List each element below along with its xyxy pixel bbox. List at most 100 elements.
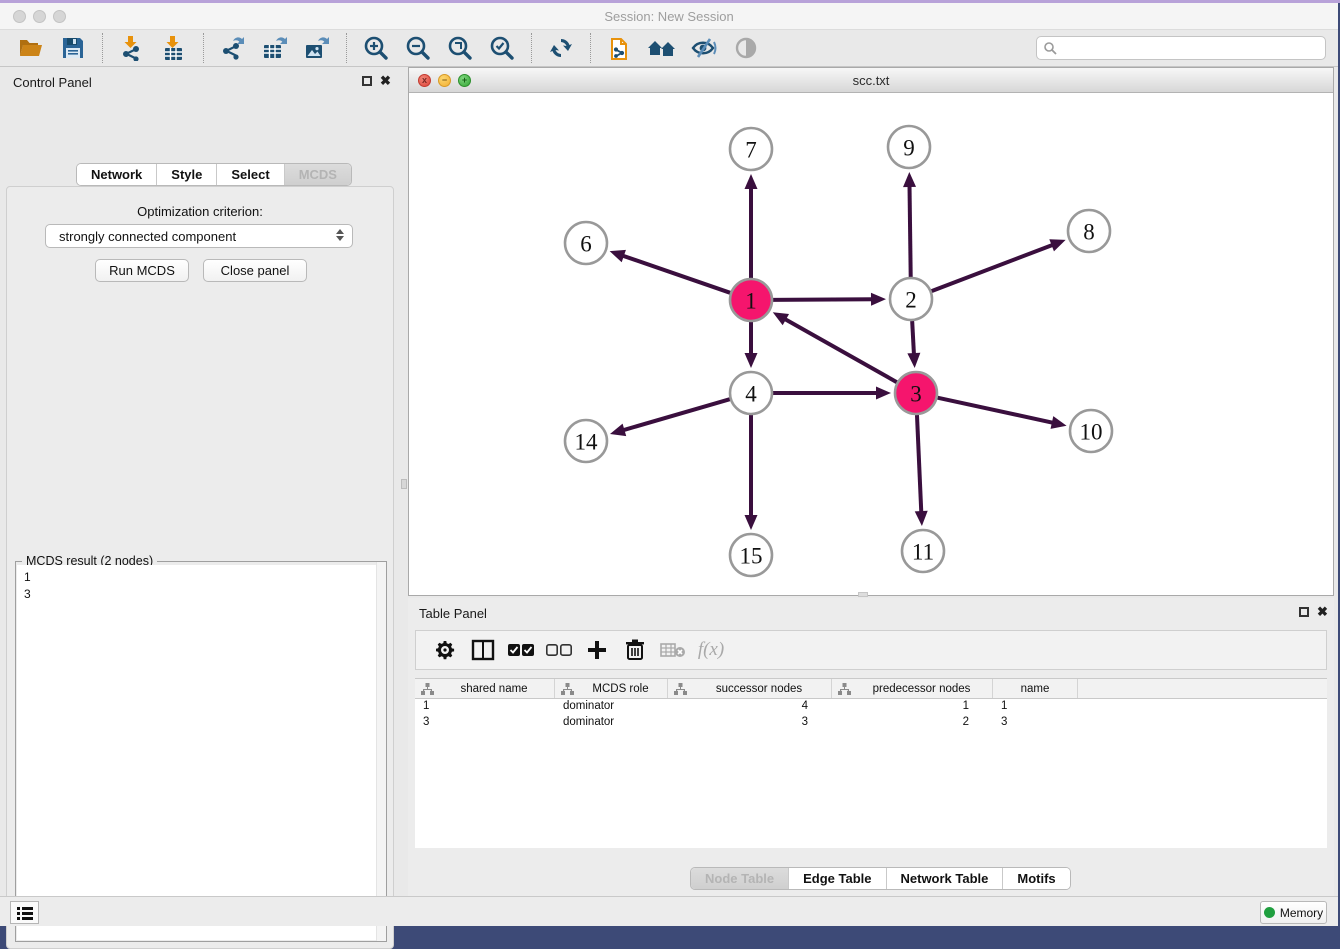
control-panel: Control Panel ✖ Network Style Select MCD… <box>0 67 400 896</box>
table-cell[interactable]: 3 <box>668 715 832 731</box>
table-panel: Table Panel ✖ <box>408 598 1334 896</box>
edge-3-10[interactable] <box>937 398 1054 423</box>
search-input[interactable] <box>1057 38 1325 58</box>
arrowhead-2-8 <box>1049 239 1065 251</box>
table-settings-icon[interactable] <box>428 636 462 664</box>
edge-2-9[interactable] <box>909 184 910 277</box>
refresh-icon[interactable] <box>546 33 576 63</box>
table-cell[interactable]: dominator <box>555 715 668 731</box>
arrowhead-1-2 <box>871 293 886 306</box>
arrowhead-1-6 <box>610 250 626 262</box>
network-frame-title: scc.txt <box>409 73 1333 88</box>
table-cell[interactable]: 1 <box>993 699 1078 715</box>
zoom-fit-icon[interactable] <box>445 33 475 63</box>
node-label-7: 7 <box>745 137 757 162</box>
application-window: Session: New Session <box>0 3 1338 926</box>
table-cell[interactable]: 4 <box>668 699 832 715</box>
table-cell[interactable]: dominator <box>555 699 668 715</box>
arrowhead-2-9 <box>903 172 916 187</box>
network-frame-titlebar[interactable]: x − + scc.txt <box>409 68 1333 93</box>
select-all-columns-icon[interactable] <box>504 636 538 664</box>
memory-status-icon <box>1264 907 1275 918</box>
zoom-out-icon[interactable] <box>403 33 433 63</box>
column-header-successor-nodes[interactable]: successor nodes <box>668 679 832 698</box>
duplicate-network-icon[interactable] <box>605 33 635 63</box>
edge-3-1[interactable] <box>783 318 897 382</box>
function-builder-disabled-icon: f(x) <box>694 636 728 664</box>
edge-3-11[interactable] <box>917 415 921 514</box>
export-table-icon[interactable] <box>260 33 290 63</box>
style-preview-icon[interactable] <box>689 33 719 63</box>
import-table-icon[interactable] <box>159 33 189 63</box>
close-panel-button[interactable]: Close panel <box>203 259 307 282</box>
edge-1-6[interactable] <box>621 255 730 293</box>
tab-edge-table[interactable]: Edge Table <box>789 868 886 889</box>
memory-button[interactable]: Memory <box>1260 901 1327 924</box>
horizontal-splitter-handle[interactable] <box>858 592 868 597</box>
import-network-icon[interactable] <box>117 33 147 63</box>
float-table-panel-icon[interactable] <box>1299 607 1309 617</box>
edge-4-14[interactable] <box>622 399 730 431</box>
close-panel-icon[interactable]: ✖ <box>380 73 391 88</box>
tab-network-table[interactable]: Network Table <box>887 868 1004 889</box>
column-header-predecessor-nodes[interactable]: predecessor nodes <box>832 679 993 698</box>
splitter-handle[interactable] <box>401 479 407 489</box>
column-layout-icon[interactable] <box>466 636 500 664</box>
edge-2-8[interactable] <box>932 244 1055 291</box>
column-label: MCDS role <box>574 683 667 695</box>
save-session-icon[interactable] <box>58 33 88 63</box>
tab-select[interactable]: Select <box>217 164 284 185</box>
add-column-icon[interactable] <box>580 636 614 664</box>
table-body: 1dominator4113dominator323 <box>415 699 1327 731</box>
table-row[interactable]: 3dominator323 <box>415 715 1327 731</box>
export-image-icon[interactable] <box>302 33 332 63</box>
hide-preview-icon <box>731 33 761 63</box>
select-value: strongly connected component <box>59 229 236 244</box>
task-history-button[interactable] <box>10 901 39 924</box>
network-canvas[interactable]: 7968124314101511 <box>409 93 1333 595</box>
node-label-8: 8 <box>1083 219 1095 244</box>
tab-node-table[interactable]: Node Table <box>691 868 789 889</box>
mcds-result-text[interactable]: 1 3 <box>17 565 385 940</box>
node-label-3: 3 <box>910 381 922 406</box>
zoom-selected-icon[interactable] <box>487 33 517 63</box>
table-cell[interactable]: 1 <box>832 699 993 715</box>
search-box[interactable] <box>1036 36 1326 60</box>
select-stepper-icon <box>336 229 344 241</box>
table-row[interactable]: 1dominator411 <box>415 699 1327 715</box>
zoom-in-icon[interactable] <box>361 33 391 63</box>
table-cell[interactable]: 1 <box>415 699 555 715</box>
delete-column-icon[interactable] <box>618 636 652 664</box>
edge-1-2[interactable] <box>773 299 874 300</box>
arrowhead-1-4 <box>745 353 758 368</box>
float-panel-icon[interactable] <box>362 76 372 86</box>
tab-style[interactable]: Style <box>157 164 217 185</box>
vertical-splitter[interactable] <box>400 67 408 896</box>
close-table-panel-icon[interactable]: ✖ <box>1317 604 1328 619</box>
tab-network[interactable]: Network <box>77 164 157 185</box>
table-cell[interactable]: 2 <box>832 715 993 731</box>
run-mcds-button[interactable]: Run MCDS <box>95 259 189 282</box>
column-header-name[interactable]: name <box>993 679 1078 698</box>
tab-motifs[interactable]: Motifs <box>1003 868 1069 889</box>
memory-label: Memory <box>1280 906 1323 920</box>
node-label-14: 14 <box>575 429 599 454</box>
export-network-icon[interactable] <box>218 33 248 63</box>
deselect-all-columns-icon[interactable] <box>542 636 576 664</box>
column-header-MCDS-role[interactable]: MCDS role <box>555 679 668 698</box>
table-cell[interactable]: 3 <box>415 715 555 731</box>
node-label-2: 2 <box>905 287 917 312</box>
table-tabs: Node Table Edge Table Network Table Moti… <box>690 867 1071 890</box>
home-icon[interactable] <box>647 33 677 63</box>
edge-2-3[interactable] <box>912 321 914 356</box>
delete-table-disabled-icon <box>656 636 690 664</box>
control-panel-title: Control Panel <box>13 75 92 90</box>
optimization-criterion-select[interactable]: strongly connected component <box>45 224 353 248</box>
result-scrollbar[interactable] <box>376 562 386 941</box>
toolbar-separator <box>102 33 103 63</box>
tab-mcds[interactable]: MCDS <box>285 164 351 185</box>
node-label-4: 4 <box>745 381 757 406</box>
table-cell[interactable]: 3 <box>993 715 1078 731</box>
open-session-icon[interactable] <box>16 33 46 63</box>
column-header-shared-name[interactable]: shared name <box>415 679 555 698</box>
